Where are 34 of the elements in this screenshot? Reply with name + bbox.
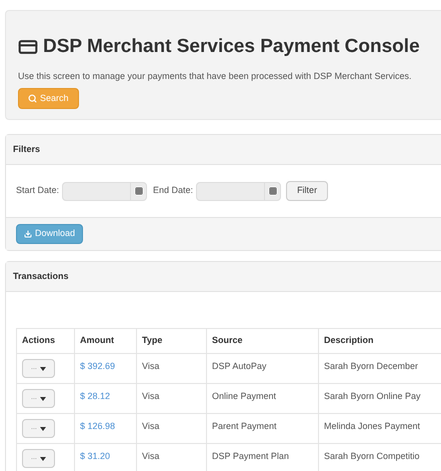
amount-link[interactable]: $ 31.20 bbox=[80, 451, 110, 461]
table-cell: Online Payment bbox=[206, 384, 318, 414]
amount-link[interactable]: $ 126.98 bbox=[80, 421, 116, 431]
amount-link[interactable]: $ 28.12 bbox=[80, 391, 110, 401]
search-icon bbox=[28, 94, 37, 103]
search-button[interactable]: Search bbox=[18, 88, 79, 109]
column-header: Source bbox=[206, 328, 318, 354]
table-cell: DSP AutoPay bbox=[206, 354, 318, 384]
download-button[interactable]: Download bbox=[16, 224, 84, 244]
page-title: DSP Merchant Services Payment Console bbox=[43, 35, 420, 59]
filter-button[interactable]: Filter bbox=[286, 181, 328, 201]
table-cell: Visa bbox=[136, 354, 206, 384]
caret-icon bbox=[40, 396, 46, 400]
caret-icon bbox=[40, 366, 46, 370]
calendar-icon bbox=[134, 187, 143, 195]
table-cell: Visa bbox=[136, 414, 206, 444]
column-header: Type bbox=[136, 328, 206, 354]
column-header: Actions bbox=[16, 328, 74, 354]
caret-icon bbox=[40, 456, 46, 460]
panel-title: Transactions bbox=[13, 270, 69, 283]
amount-link[interactable]: $ 392.69 bbox=[80, 361, 116, 371]
table-cell: Parent Payment bbox=[206, 414, 318, 444]
page-subtitle: Use this screen to manage your payments that have been processed with DSP Merchant Services. bbox=[18, 70, 413, 83]
column-header: Amount bbox=[74, 328, 136, 354]
caret-icon bbox=[40, 426, 46, 430]
download-icon bbox=[24, 230, 32, 238]
table-cell: Visa bbox=[136, 384, 206, 414]
start-date-label: Start Date: bbox=[16, 184, 60, 198]
panel-title: Filters bbox=[13, 142, 40, 156]
calendar-icon bbox=[268, 187, 277, 195]
column-header: Description bbox=[318, 328, 441, 354]
start-date-field[interactable] bbox=[62, 182, 148, 200]
end-date-field[interactable] bbox=[196, 182, 282, 200]
end-date-label: End Date: bbox=[153, 184, 194, 198]
